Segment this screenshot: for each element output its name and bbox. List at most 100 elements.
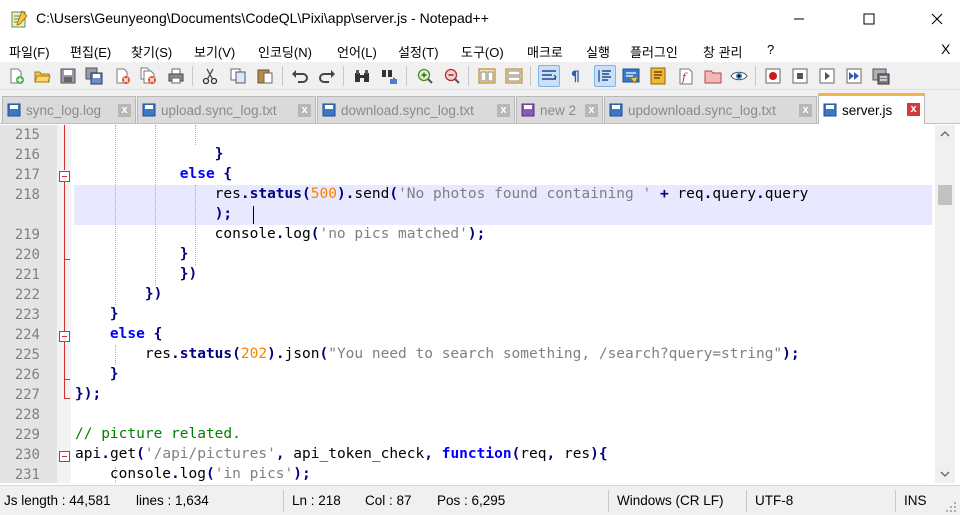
fold-end-tick — [64, 379, 70, 380]
status-line: Ln : 218 — [292, 493, 341, 508]
zoom-in-icon — [417, 68, 433, 84]
user-language-icon — [622, 68, 640, 84]
word-wrap-button[interactable] — [538, 65, 560, 87]
close-button[interactable] — [111, 65, 133, 87]
line-number: 228 — [14, 407, 40, 423]
save-button[interactable] — [57, 65, 79, 87]
tab-close-icon[interactable]: x — [118, 104, 131, 117]
menu-help[interactable]: ? — [767, 42, 774, 57]
record-macro-button[interactable] — [762, 65, 784, 87]
play-icon — [819, 68, 835, 84]
tab-upload-sync-log[interactable]: upload.sync_log.txt x — [137, 96, 316, 123]
sync-horizontal-button[interactable] — [503, 65, 525, 87]
scroll-thumb[interactable] — [938, 185, 952, 205]
zoom-in-button[interactable] — [414, 65, 436, 87]
menu-file[interactable]: 파일(F) — [9, 42, 50, 61]
find-button[interactable] — [351, 65, 373, 87]
paste-icon — [257, 69, 273, 84]
line-number: 218 — [14, 187, 40, 203]
menu-settings[interactable]: 설정(T) — [398, 42, 439, 61]
document-map-button[interactable] — [647, 65, 669, 87]
menu-view[interactable]: 보기(V) — [194, 42, 235, 61]
maximize-button[interactable] — [846, 0, 892, 38]
title-bar: C:\Users\Geunyeong\Documents\CodeQL\Pixi… — [0, 0, 960, 38]
menu-encoding[interactable]: 인코딩(N) — [258, 42, 312, 61]
tab-close-icon[interactable]: x — [585, 104, 598, 117]
line-number: 221 — [14, 267, 40, 283]
code-line: console.log('in pics'); — [75, 466, 311, 482]
scroll-up-button[interactable] — [935, 125, 955, 143]
toolbar-separator — [343, 66, 344, 86]
tab-new-2[interactable]: new 2 x — [516, 96, 603, 123]
tab-close-icon[interactable]: x — [497, 104, 510, 117]
resize-grip-icon[interactable] — [945, 501, 957, 513]
toolbar-separator — [192, 66, 193, 86]
close-document-button[interactable]: X — [941, 41, 950, 57]
tab-close-icon[interactable]: x — [298, 104, 311, 117]
monitoring-button[interactable] — [728, 65, 750, 87]
code-editor[interactable]: 215 216 217 218 219 220 221 222 223 224 … — [0, 125, 960, 483]
play-macro-button[interactable] — [816, 65, 838, 87]
toolbar-separator — [530, 66, 531, 86]
save-all-button[interactable] — [83, 65, 105, 87]
status-insert-mode: INS — [904, 493, 927, 508]
copy-button[interactable] — [227, 65, 249, 87]
fold-line — [64, 125, 65, 170]
tab-close-icon[interactable]: x — [799, 104, 812, 117]
paste-button[interactable] — [254, 65, 276, 87]
menu-tools[interactable]: 도구(O) — [461, 42, 504, 61]
menu-language[interactable]: 언어(L) — [337, 42, 377, 61]
status-separator — [608, 490, 609, 512]
fold-collapse-icon[interactable] — [59, 171, 70, 182]
tab-sync-log[interactable]: sync_log.log x — [2, 96, 136, 123]
zoom-out-button[interactable] — [441, 65, 463, 87]
menu-search[interactable]: 찾기(S) — [131, 42, 172, 61]
close-file-icon — [116, 68, 130, 84]
tab-updownload-sync-log[interactable]: updownload.sync_log.txt x — [604, 96, 817, 123]
redo-button[interactable] — [316, 65, 338, 87]
menu-macro[interactable]: 매크로 — [527, 42, 563, 61]
replace-button[interactable] — [379, 65, 401, 87]
maximize-icon — [863, 13, 875, 25]
fold-collapse-icon[interactable] — [59, 331, 70, 342]
saved-file-icon — [322, 103, 336, 117]
code-line: }); — [75, 386, 102, 402]
scroll-down-button[interactable] — [935, 465, 955, 483]
code-line: ); — [214, 206, 233, 222]
function-list-button[interactable]: f — [675, 65, 697, 87]
run-macro-multiple-button[interactable] — [843, 65, 865, 87]
indent-guide-button[interactable] — [594, 65, 616, 87]
toolbar: ¶ f — [0, 62, 960, 90]
menu-run[interactable]: 실행 — [586, 42, 610, 61]
sync-vertical-button[interactable] — [476, 65, 498, 87]
stop-record-button[interactable] — [789, 65, 811, 87]
document-map-icon — [650, 67, 666, 85]
tab-download-sync-log[interactable]: download.sync_log.txt x — [317, 96, 515, 123]
save-macro-button[interactable] — [870, 65, 892, 87]
close-all-button[interactable] — [137, 65, 159, 87]
window-close-button[interactable] — [914, 0, 960, 38]
tab-server-js[interactable]: server.js x — [818, 93, 925, 124]
print-button[interactable] — [165, 65, 187, 87]
user-language-button[interactable] — [620, 65, 642, 87]
folder-workspace-button[interactable] — [702, 65, 724, 87]
cut-button[interactable] — [199, 65, 221, 87]
minimize-button[interactable] — [776, 0, 822, 38]
vertical-scrollbar[interactable] — [935, 125, 955, 483]
undo-button[interactable] — [289, 65, 311, 87]
saved-file-icon — [823, 103, 837, 117]
tab-label: updownload.sync_log.txt — [628, 102, 776, 118]
new-file-button[interactable] — [5, 65, 27, 87]
code-line: } — [179, 246, 189, 262]
saved-file-icon — [609, 103, 623, 117]
fold-collapse-icon[interactable] — [59, 451, 70, 462]
menu-window[interactable]: 창 관리 — [703, 42, 743, 61]
open-file-button[interactable] — [31, 65, 53, 87]
status-eol: Windows (CR LF) — [617, 493, 724, 508]
tab-close-icon[interactable]: x — [907, 103, 920, 116]
line-number: 225 — [14, 347, 40, 363]
menu-edit[interactable]: 편집(E) — [70, 42, 111, 61]
toolbar-separator — [282, 66, 283, 86]
show-all-chars-button[interactable]: ¶ — [565, 65, 587, 87]
menu-plugins[interactable]: 플러그인 — [630, 42, 678, 61]
